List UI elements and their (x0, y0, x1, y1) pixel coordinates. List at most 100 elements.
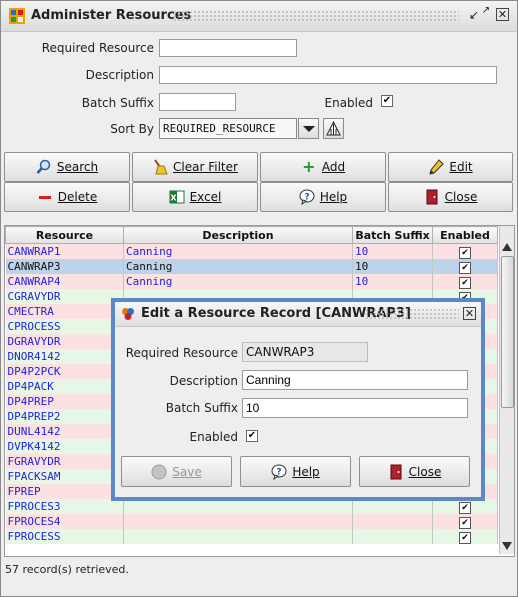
cell-resource[interactable]: CANWRAP3 (5, 259, 124, 274)
search-button[interactable]: Search (4, 152, 130, 182)
column-header-enabled[interactable]: Enabled (432, 226, 498, 244)
scrollbar-thumb[interactable] (501, 256, 514, 408)
dialog-description-label: Description (169, 374, 238, 388)
cell-batch-suffix[interactable] (352, 499, 433, 514)
scroll-down-arrow-icon[interactable] (501, 540, 513, 552)
cell-resource[interactable]: DP4PREP2 (5, 409, 124, 424)
cell-batch-suffix[interactable]: 10 (352, 243, 433, 259)
table-row[interactable]: FPROCES3 ✔ (5, 499, 498, 514)
dialog-close-button[interactable]: Close (359, 456, 470, 487)
cell-resource[interactable]: DGRAVYDR (5, 334, 124, 349)
add-button[interactable]: + Add (260, 152, 386, 182)
close-window-icon[interactable]: ✕ (496, 8, 509, 21)
required-resource-input[interactable] (159, 39, 297, 57)
cell-resource[interactable]: CANWRAP1 (5, 243, 124, 259)
save-disabled-icon (151, 464, 167, 480)
title-bar-grip (173, 10, 459, 22)
cell-resource[interactable]: CGRAVYDR (5, 289, 124, 304)
column-header-description[interactable]: Description (123, 226, 353, 244)
cell-enabled[interactable]: ✔ (432, 274, 498, 289)
cell-enabled[interactable]: ✔ (432, 529, 498, 544)
cell-description[interactable] (123, 499, 353, 514)
cell-resource[interactable]: CANWRAP4 (5, 274, 124, 289)
cell-resource[interactable]: FPROCES4 (5, 514, 124, 529)
cell-resource[interactable]: FPROCESS (5, 529, 124, 544)
table-row[interactable]: CANWRAP4 Canning 10 ✔ (5, 274, 498, 289)
title-bar[interactable]: Administer Resources ↙ ↗ ✕ (1, 1, 517, 32)
dialog-batch-suffix-input[interactable] (242, 398, 468, 418)
enabled-row-checkbox[interactable]: ✔ (459, 261, 471, 274)
column-header-batch-suffix[interactable]: Batch Suffix (352, 226, 433, 244)
dialog-app-icon (122, 308, 134, 320)
dialog-required-resource-value: CANWRAP3 (242, 342, 368, 362)
cell-batch-suffix[interactable]: 10 (352, 259, 433, 274)
svg-text:?: ? (304, 193, 309, 203)
table-vertical-scrollbar[interactable] (499, 226, 514, 554)
enabled-row-checkbox[interactable]: ✔ (459, 501, 471, 514)
cell-resource[interactable]: DUNL4142 (5, 424, 124, 439)
dialog-title-bar[interactable]: Edit a Resource Record [CANWRAP3] ✕ (115, 302, 481, 327)
table-row[interactable]: CANWRAP3 Canning 10 ✔ (5, 259, 498, 274)
sort-by-dropdown-button[interactable] (298, 118, 319, 139)
dialog-save-button[interactable]: Save (121, 456, 232, 487)
description-input[interactable] (159, 66, 497, 84)
cell-resource[interactable]: DVPK4142 (5, 439, 124, 454)
cell-description[interactable]: Canning (123, 243, 353, 259)
dialog-close-icon[interactable]: ✕ (463, 307, 476, 320)
cell-description[interactable] (123, 514, 353, 529)
dialog-enabled-checkbox[interactable]: ✔ (246, 430, 258, 442)
cell-resource[interactable]: FPROCES3 (5, 499, 124, 514)
excel-button-label: Excel (189, 190, 222, 204)
edit-resource-dialog: Edit a Resource Record [CANWRAP3] ✕ Requ… (111, 298, 485, 501)
enabled-row-checkbox[interactable]: ✔ (459, 246, 471, 259)
dialog-description-input[interactable] (242, 370, 468, 390)
table-header-row: Resource Description Batch Suffix Enable… (5, 226, 498, 244)
table-row[interactable]: FPROCES4 ✔ (5, 514, 498, 529)
cell-resource[interactable]: CPROCESS (5, 319, 124, 334)
cell-resource[interactable]: CMECTRA (5, 304, 124, 319)
cell-enabled[interactable]: ✔ (432, 499, 498, 514)
cell-description[interactable]: Canning (123, 274, 353, 289)
cell-batch-suffix[interactable] (352, 514, 433, 529)
cell-resource[interactable]: FPACKSAM (5, 469, 124, 484)
help-button[interactable]: ? Help (260, 182, 386, 212)
excel-button[interactable]: X Excel (132, 182, 258, 212)
table-row[interactable]: CANWRAP1 Canning 10 ✔ (5, 243, 498, 259)
table-row[interactable]: FPROCESS ✔ (5, 529, 498, 544)
cell-description[interactable]: Canning (123, 259, 353, 274)
cell-resource[interactable]: DP4PREP (5, 394, 124, 409)
delete-button[interactable]: Delete (4, 182, 130, 212)
edit-button[interactable]: Edit (388, 152, 513, 182)
sort-direction-button[interactable] (323, 118, 344, 139)
app-icon (9, 8, 25, 24)
broom-icon (152, 159, 168, 175)
close-button[interactable]: Close (388, 182, 513, 212)
cell-resource[interactable]: DNOR4142 (5, 349, 124, 364)
enabled-row-checkbox[interactable]: ✔ (459, 531, 471, 544)
cell-resource[interactable]: DP4PACK (5, 379, 124, 394)
cell-batch-suffix[interactable]: 10 (352, 274, 433, 289)
administer-resources-window: Administer Resources ↙ ↗ ✕ Required Reso… (0, 0, 518, 597)
door-icon (424, 189, 440, 205)
minus-icon (37, 189, 53, 205)
scroll-up-arrow-icon[interactable] (501, 241, 513, 253)
edit-button-label: Edit (449, 160, 473, 174)
cell-enabled[interactable]: ✔ (432, 243, 498, 259)
enabled-row-checkbox[interactable]: ✔ (459, 516, 471, 529)
batch-suffix-input[interactable] (159, 93, 236, 111)
clear-filter-button[interactable]: Clear Filter (132, 152, 258, 182)
enabled-row-checkbox[interactable]: ✔ (459, 276, 471, 289)
cell-batch-suffix[interactable] (352, 529, 433, 544)
cell-resource[interactable]: FGRAVYDR (5, 454, 124, 469)
cell-enabled[interactable]: ✔ (432, 259, 498, 274)
sort-by-select[interactable]: REQUIRED_RESOURCE (159, 118, 297, 139)
column-header-resource[interactable]: Resource (5, 226, 124, 244)
maximize-icon[interactable]: ↗ (479, 4, 493, 18)
cell-resource[interactable]: DP4P2PCK (5, 364, 124, 379)
cell-description[interactable] (123, 529, 353, 544)
cell-enabled[interactable]: ✔ (432, 514, 498, 529)
enabled-checkbox[interactable]: ✔ (381, 95, 393, 107)
delete-button-label: Delete (57, 190, 98, 204)
dialog-help-button[interactable]: ? Help (240, 456, 351, 487)
cell-resource[interactable]: FPREP (5, 484, 124, 499)
